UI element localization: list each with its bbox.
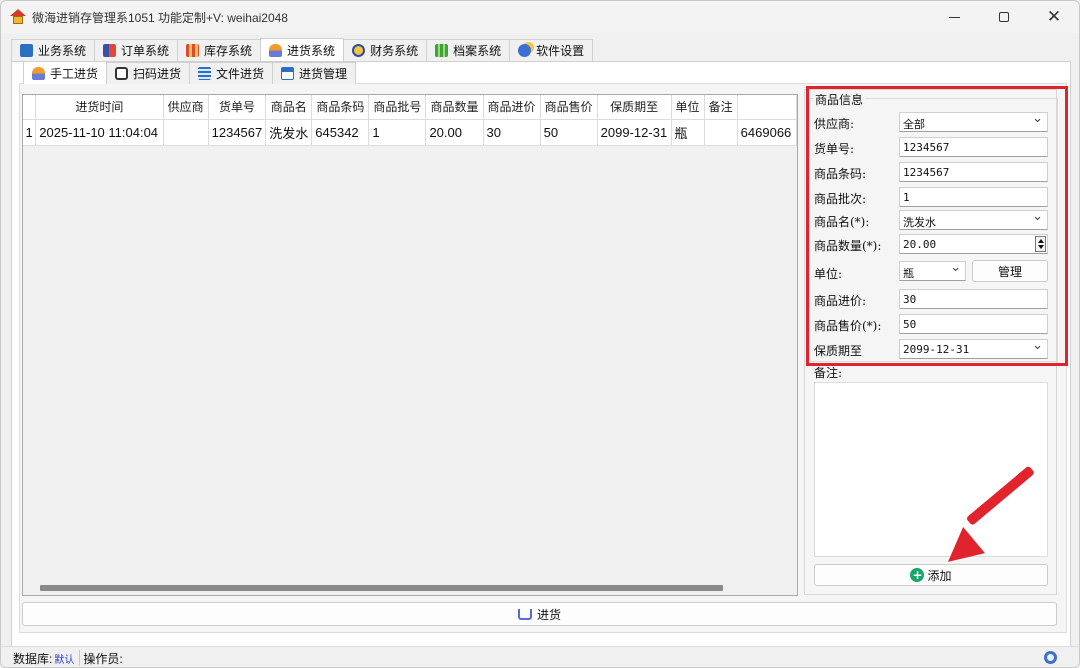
- tab-finance[interactable]: 财务系统: [343, 39, 428, 61]
- highlight-box: [806, 86, 1068, 366]
- remark-label: 备注:: [814, 366, 843, 380]
- finance-icon: [352, 44, 366, 57]
- cell-barcode[interactable]: 645342: [311, 119, 370, 146]
- tab-settings[interactable]: 软件设置: [509, 39, 594, 61]
- operator-label: 操作员:: [83, 651, 123, 666]
- window-title: 微海进销存管理系1051 功能定制+V: weihai2048: [32, 10, 288, 25]
- tab-label: 库存系统: [204, 44, 253, 58]
- tab-manual-purchase[interactable]: 手工进货: [23, 61, 108, 84]
- cell-unit[interactable]: 瓶: [671, 119, 705, 146]
- col-header-extra[interactable]: [737, 95, 797, 120]
- app-window: 微海进销存管理系1051 功能定制+V: weihai2048 ✕ 业务系统 订…: [0, 0, 1080, 668]
- tab-archive[interactable]: 档案系统: [426, 39, 511, 61]
- col-header-price[interactable]: 商品售价: [540, 95, 598, 120]
- purchase-button-label: 进货: [536, 607, 561, 622]
- scan-icon: [115, 67, 129, 80]
- house-icon: [10, 9, 26, 25]
- col-header-expiry[interactable]: 保质期至: [597, 95, 672, 120]
- cell-cost[interactable]: 30: [483, 119, 541, 146]
- row-index: 1: [23, 119, 37, 146]
- minimize-button[interactable]: [929, 1, 979, 33]
- col-header-batch[interactable]: 商品批号: [368, 95, 427, 120]
- grid-empty-area: [23, 147, 797, 577]
- maximize-button[interactable]: [979, 1, 1029, 33]
- status-bar: 数据库: 默认 操作员:: [1, 646, 1079, 667]
- col-header-supplier[interactable]: 供应商: [163, 95, 209, 120]
- purchase-table: 进货时间 供应商 货单号 商品名 商品条码 商品批号 商品数量 商品进价 商品售…: [23, 95, 797, 146]
- cart-icon: [517, 608, 532, 620]
- purchase-icon: [269, 43, 283, 57]
- purchase-grid[interactable]: 进货时间 供应商 货单号 商品名 商品条码 商品批号 商品数量 商品进价 商品售…: [22, 94, 798, 596]
- close-button[interactable]: ✕: [1029, 1, 1079, 33]
- tab-file-purchase[interactable]: 文件进货: [189, 62, 274, 84]
- status-settings-icon[interactable]: [1044, 651, 1057, 664]
- cell-qty[interactable]: 20.00: [425, 119, 484, 146]
- cell-batch[interactable]: 1: [368, 119, 427, 146]
- tab-label: 软件设置: [536, 44, 585, 58]
- col-header-remark[interactable]: 备注: [704, 95, 738, 120]
- tab-orders[interactable]: 订单系统: [94, 39, 179, 61]
- manual-icon: [32, 66, 45, 80]
- tab-scan-purchase[interactable]: 扫码进货: [106, 62, 191, 84]
- col-header-unit[interactable]: 单位: [671, 95, 705, 120]
- row-header-corner: [23, 95, 37, 120]
- col-header-qty[interactable]: 商品数量: [425, 95, 484, 120]
- cell-name[interactable]: 洗发水: [265, 119, 313, 146]
- purchase-button[interactable]: 进货: [22, 602, 1057, 626]
- sub-tabs: 手工进货 扫码进货 文件进货 进货管理: [23, 61, 357, 84]
- col-header-order-no[interactable]: 货单号: [208, 95, 267, 120]
- horizontal-scrollbar[interactable]: [23, 579, 797, 595]
- order-icon: [103, 44, 117, 57]
- close-icon: ✕: [1046, 6, 1062, 27]
- title-bar: 微海进销存管理系1051 功能定制+V: weihai2048 ✕: [1, 1, 1079, 33]
- tab-label: 业务系统: [38, 44, 87, 58]
- cell-time[interactable]: 2025-11-10 11:04:04: [35, 119, 164, 146]
- cell-supplier[interactable]: [163, 119, 209, 146]
- cell-remark[interactable]: [704, 119, 738, 146]
- plus-circle-icon: +: [910, 568, 925, 582]
- tab-label: 文件进货: [216, 67, 265, 81]
- scrollbar-thumb[interactable]: [40, 585, 723, 591]
- col-header-cost[interactable]: 商品进价: [483, 95, 541, 120]
- cell-expiry[interactable]: 2099-12-31: [597, 119, 672, 146]
- tab-inventory[interactable]: 库存系统: [177, 39, 262, 61]
- tab-label: 扫码进货: [133, 67, 182, 81]
- col-header-barcode[interactable]: 商品条码: [311, 95, 370, 120]
- db-label: 数据库:: [13, 651, 53, 666]
- remark-textarea[interactable]: [814, 382, 1048, 557]
- tab-purchase-manage[interactable]: 进货管理: [272, 62, 357, 84]
- tab-label: 进货系统: [287, 43, 336, 58]
- store-icon: [186, 44, 200, 57]
- tab-label: 手工进货: [50, 66, 99, 81]
- tab-label: 进货管理: [299, 67, 348, 81]
- maximize-icon: [999, 12, 1009, 22]
- col-header-name[interactable]: 商品名: [265, 95, 313, 120]
- manage-icon: [281, 67, 295, 80]
- cell-order-no[interactable]: 1234567: [208, 119, 267, 146]
- tab-label: 订单系统: [121, 44, 170, 58]
- col-header-time[interactable]: 进货时间: [35, 95, 164, 120]
- window-controls: ✕: [929, 1, 1079, 33]
- monitor-icon: [20, 44, 33, 57]
- cell-price[interactable]: 50: [540, 119, 598, 146]
- archive-icon: [435, 44, 449, 57]
- table-header-row: 进货时间 供应商 货单号 商品名 商品条码 商品批号 商品数量 商品进价 商品售…: [23, 95, 797, 120]
- add-button-label: 添加: [927, 568, 952, 583]
- tab-business[interactable]: 业务系统: [11, 39, 96, 61]
- file-icon: [198, 67, 212, 80]
- minimize-icon: [948, 16, 960, 18]
- settings-icon: [518, 44, 532, 57]
- tab-label: 财务系统: [370, 44, 419, 58]
- cell-extra[interactable]: 6469066: [737, 119, 797, 146]
- add-button[interactable]: + 添加: [814, 564, 1048, 586]
- table-row[interactable]: 1 2025-11-10 11:04:04 1234567 洗发水 645342…: [23, 119, 797, 146]
- main-tabs: 业务系统 订单系统 库存系统 进货系统 财务系统 档案系统 软件设置: [11, 38, 594, 61]
- tab-label: 档案系统: [453, 44, 502, 58]
- db-value: 默认: [54, 654, 75, 666]
- status-separator: [79, 650, 81, 666]
- tab-purchase[interactable]: 进货系统: [260, 38, 345, 61]
